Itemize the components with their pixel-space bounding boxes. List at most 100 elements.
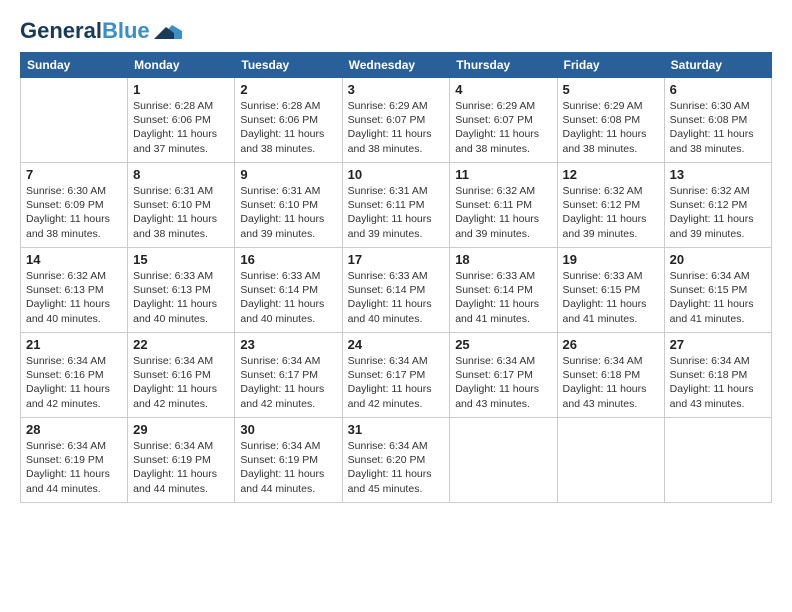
page-header: GeneralBlue: [20, 20, 772, 42]
day-number: 15: [133, 252, 229, 267]
logo: GeneralBlue: [20, 20, 182, 42]
calendar-cell: 2 Sunrise: 6:28 AM Sunset: 6:06 PM Daylig…: [235, 78, 342, 163]
calendar-cell: 9 Sunrise: 6:31 AM Sunset: 6:10 PM Daylig…: [235, 163, 342, 248]
day-info: Sunrise: 6:29 AM Sunset: 6:07 PM Dayligh…: [348, 99, 445, 156]
day-number: 7: [26, 167, 122, 182]
day-info: Sunrise: 6:34 AM Sunset: 6:16 PM Dayligh…: [26, 354, 122, 411]
day-number: 10: [348, 167, 445, 182]
day-number: 27: [670, 337, 766, 352]
day-number: 5: [563, 82, 659, 97]
day-info: Sunrise: 6:34 AM Sunset: 6:19 PM Dayligh…: [240, 439, 336, 496]
day-info: Sunrise: 6:34 AM Sunset: 6:17 PM Dayligh…: [240, 354, 336, 411]
calendar-cell: 24 Sunrise: 6:34 AM Sunset: 6:17 PM Dayli…: [342, 333, 450, 418]
day-of-week-header: Sunday: [21, 53, 128, 78]
calendar-cell: [450, 418, 557, 503]
day-number: 24: [348, 337, 445, 352]
day-info: Sunrise: 6:32 AM Sunset: 6:12 PM Dayligh…: [670, 184, 766, 241]
day-info: Sunrise: 6:32 AM Sunset: 6:12 PM Dayligh…: [563, 184, 659, 241]
day-info: Sunrise: 6:33 AM Sunset: 6:14 PM Dayligh…: [348, 269, 445, 326]
day-number: 4: [455, 82, 551, 97]
calendar-cell: 10Sunrise: 6:31 AM Sunset: 6:11 PM Dayli…: [342, 163, 450, 248]
day-number: 11: [455, 167, 551, 182]
calendar-cell: 20 Sunrise: 6:34 AM Sunset: 6:15 PM Dayli…: [664, 248, 771, 333]
day-number: 26: [563, 337, 659, 352]
calendar-cell: 6Sunrise: 6:30 AM Sunset: 6:08 PM Daylig…: [664, 78, 771, 163]
day-info: Sunrise: 6:33 AM Sunset: 6:14 PM Dayligh…: [240, 269, 336, 326]
day-number: 23: [240, 337, 336, 352]
calendar-cell: [557, 418, 664, 503]
calendar-cell: 18 Sunrise: 6:33 AM Sunset: 6:14 PM Dayli…: [450, 248, 557, 333]
calendar-week-row: 1 Sunrise: 6:28 AM Sunset: 6:06 PM Daylig…: [21, 78, 772, 163]
day-info: Sunrise: 6:32 AM Sunset: 6:13 PM Dayligh…: [26, 269, 122, 326]
day-info: Sunrise: 6:33 AM Sunset: 6:14 PM Dayligh…: [455, 269, 551, 326]
day-number: 30: [240, 422, 336, 437]
day-number: 20: [670, 252, 766, 267]
day-info: Sunrise: 6:34 AM Sunset: 6:16 PM Dayligh…: [133, 354, 229, 411]
day-of-week-header: Saturday: [664, 53, 771, 78]
calendar-cell: 12 Sunrise: 6:32 AM Sunset: 6:12 PM Dayli…: [557, 163, 664, 248]
calendar-week-row: 21Sunrise: 6:34 AM Sunset: 6:16 PM Dayli…: [21, 333, 772, 418]
calendar-cell: 25 Sunrise: 6:34 AM Sunset: 6:17 PM Dayli…: [450, 333, 557, 418]
day-number: 18: [455, 252, 551, 267]
day-info: Sunrise: 6:33 AM Sunset: 6:15 PM Dayligh…: [563, 269, 659, 326]
day-info: Sunrise: 6:30 AM Sunset: 6:09 PM Dayligh…: [26, 184, 122, 241]
day-info: Sunrise: 6:34 AM Sunset: 6:17 PM Dayligh…: [455, 354, 551, 411]
day-of-week-header: Thursday: [450, 53, 557, 78]
day-info: Sunrise: 6:28 AM Sunset: 6:06 PM Dayligh…: [133, 99, 229, 156]
calendar-cell: 31 Sunrise: 6:34 AM Sunset: 6:20 PM Dayli…: [342, 418, 450, 503]
calendar-cell: 17 Sunrise: 6:33 AM Sunset: 6:14 PM Dayli…: [342, 248, 450, 333]
day-number: 2: [240, 82, 336, 97]
day-number: 14: [26, 252, 122, 267]
day-info: Sunrise: 6:34 AM Sunset: 6:18 PM Dayligh…: [670, 354, 766, 411]
calendar-cell: 14 Sunrise: 6:32 AM Sunset: 6:13 PM Dayli…: [21, 248, 128, 333]
day-info: Sunrise: 6:34 AM Sunset: 6:18 PM Dayligh…: [563, 354, 659, 411]
calendar-cell: 11Sunrise: 6:32 AM Sunset: 6:11 PM Dayli…: [450, 163, 557, 248]
day-info: Sunrise: 6:34 AM Sunset: 6:19 PM Dayligh…: [26, 439, 122, 496]
calendar-cell: 16Sunrise: 6:33 AM Sunset: 6:14 PM Dayli…: [235, 248, 342, 333]
day-info: Sunrise: 6:34 AM Sunset: 6:17 PM Dayligh…: [348, 354, 445, 411]
day-number: 6: [670, 82, 766, 97]
calendar-header-row: SundayMondayTuesdayWednesdayThursdayFrid…: [21, 53, 772, 78]
calendar-cell: 28Sunrise: 6:34 AM Sunset: 6:19 PM Dayli…: [21, 418, 128, 503]
day-number: 19: [563, 252, 659, 267]
day-info: Sunrise: 6:28 AM Sunset: 6:06 PM Dayligh…: [240, 99, 336, 156]
day-number: 13: [670, 167, 766, 182]
calendar-week-row: 14 Sunrise: 6:32 AM Sunset: 6:13 PM Dayli…: [21, 248, 772, 333]
day-info: Sunrise: 6:29 AM Sunset: 6:07 PM Dayligh…: [455, 99, 551, 156]
day-info: Sunrise: 6:31 AM Sunset: 6:10 PM Dayligh…: [240, 184, 336, 241]
day-number: 25: [455, 337, 551, 352]
day-number: 22: [133, 337, 229, 352]
day-of-week-header: Monday: [128, 53, 235, 78]
calendar-cell: 15 Sunrise: 6:33 AM Sunset: 6:13 PM Dayli…: [128, 248, 235, 333]
calendar-cell: 4 Sunrise: 6:29 AM Sunset: 6:07 PM Daylig…: [450, 78, 557, 163]
day-info: Sunrise: 6:29 AM Sunset: 6:08 PM Dayligh…: [563, 99, 659, 156]
calendar-cell: 22 Sunrise: 6:34 AM Sunset: 6:16 PM Dayli…: [128, 333, 235, 418]
day-info: Sunrise: 6:31 AM Sunset: 6:10 PM Dayligh…: [133, 184, 229, 241]
calendar-cell: 19 Sunrise: 6:33 AM Sunset: 6:15 PM Dayli…: [557, 248, 664, 333]
calendar-cell: 29 Sunrise: 6:34 AM Sunset: 6:19 PM Dayli…: [128, 418, 235, 503]
day-info: Sunrise: 6:34 AM Sunset: 6:20 PM Dayligh…: [348, 439, 445, 496]
day-info: Sunrise: 6:34 AM Sunset: 6:19 PM Dayligh…: [133, 439, 229, 496]
calendar-cell: 23 Sunrise: 6:34 AM Sunset: 6:17 PM Dayli…: [235, 333, 342, 418]
day-number: 17: [348, 252, 445, 267]
day-info: Sunrise: 6:34 AM Sunset: 6:15 PM Dayligh…: [670, 269, 766, 326]
calendar-week-row: 28Sunrise: 6:34 AM Sunset: 6:19 PM Dayli…: [21, 418, 772, 503]
calendar-cell: 21Sunrise: 6:34 AM Sunset: 6:16 PM Dayli…: [21, 333, 128, 418]
logo-text: GeneralBlue: [20, 20, 150, 42]
calendar-cell: 3Sunrise: 6:29 AM Sunset: 6:07 PM Daylig…: [342, 78, 450, 163]
day-info: Sunrise: 6:33 AM Sunset: 6:13 PM Dayligh…: [133, 269, 229, 326]
day-number: 1: [133, 82, 229, 97]
day-number: 12: [563, 167, 659, 182]
calendar-table: SundayMondayTuesdayWednesdayThursdayFrid…: [20, 52, 772, 503]
day-number: 29: [133, 422, 229, 437]
calendar-cell: [664, 418, 771, 503]
logo-icon: [154, 21, 182, 41]
calendar-cell: 5 Sunrise: 6:29 AM Sunset: 6:08 PM Daylig…: [557, 78, 664, 163]
day-number: 8: [133, 167, 229, 182]
calendar-cell: 26 Sunrise: 6:34 AM Sunset: 6:18 PM Dayli…: [557, 333, 664, 418]
day-of-week-header: Wednesday: [342, 53, 450, 78]
calendar-cell: 13 Sunrise: 6:32 AM Sunset: 6:12 PM Dayli…: [664, 163, 771, 248]
day-number: 31: [348, 422, 445, 437]
calendar-week-row: 7 Sunrise: 6:30 AM Sunset: 6:09 PM Daylig…: [21, 163, 772, 248]
day-number: 9: [240, 167, 336, 182]
